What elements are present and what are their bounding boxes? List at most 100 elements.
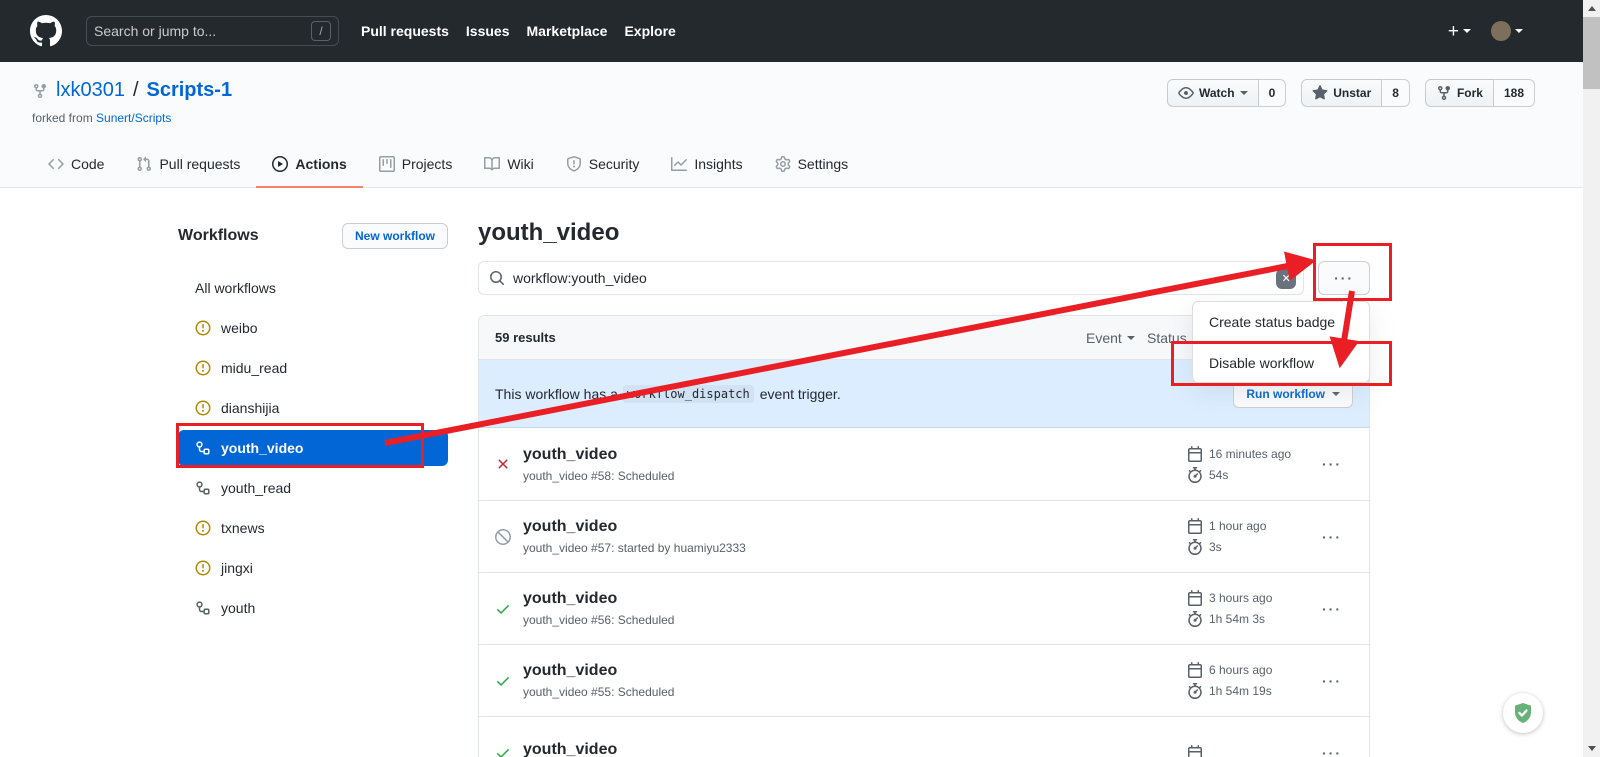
nav-pull-requests[interactable]: Pull requests xyxy=(361,23,449,39)
clear-filter-button[interactable]: ✕ xyxy=(1276,269,1296,289)
tab-actions[interactable]: Actions xyxy=(256,143,362,188)
tab-code[interactable]: Code xyxy=(32,143,120,188)
warning-icon xyxy=(195,400,211,416)
warning-icon xyxy=(195,520,211,536)
unstar-button[interactable]: Unstar 8 xyxy=(1301,79,1410,107)
nav-explore[interactable]: Explore xyxy=(624,23,675,39)
user-menu-button[interactable] xyxy=(1491,21,1523,41)
sidebar-item-weibo[interactable]: weibo xyxy=(178,308,448,348)
workflow-options-menu: Create status badge Disable workflow xyxy=(1192,301,1370,383)
sidebar-item-dianshijia[interactable]: dianshijia xyxy=(178,388,448,428)
run-duration: 1h 54m 3s xyxy=(1209,612,1265,626)
avatar xyxy=(1491,21,1511,41)
chevron-down-icon xyxy=(1463,29,1471,33)
create-new-menu-button[interactable]: + xyxy=(1448,22,1471,41)
run-title-link[interactable]: youth_video xyxy=(523,741,617,757)
global-search-box: / xyxy=(86,16,339,46)
scrollbar-thumb[interactable] xyxy=(1583,17,1600,89)
repo-header: lxk0301 / Scripts-1 forked from Sunert/S… xyxy=(0,62,1583,188)
star-filled-icon xyxy=(1312,85,1328,101)
top-right-controls: + xyxy=(1448,21,1523,41)
calendar-icon xyxy=(1187,590,1203,606)
gear-icon xyxy=(775,156,791,172)
calendar-icon xyxy=(1187,745,1203,757)
stopwatch-icon xyxy=(1187,683,1203,699)
tab-settings[interactable]: Settings xyxy=(759,143,865,188)
menu-item-create-status-badge[interactable]: Create status badge xyxy=(1193,302,1369,342)
adblock-shield-badge[interactable] xyxy=(1503,693,1543,733)
search-icon xyxy=(489,270,505,286)
fork-source-link[interactable]: Sunert/Scripts xyxy=(96,111,171,125)
workflow-options-button[interactable]: ··· xyxy=(1318,261,1370,295)
scroll-down-arrow[interactable] xyxy=(1583,740,1600,757)
sidebar-item-youth-read[interactable]: youth_read xyxy=(178,468,448,508)
run-title-link[interactable]: youth_video xyxy=(523,590,674,608)
page-title: youth_video xyxy=(478,219,1370,247)
new-workflow-button[interactable]: New workflow xyxy=(342,223,448,249)
star-count[interactable]: 8 xyxy=(1382,79,1410,107)
menu-item-disable-workflow[interactable]: Disable workflow xyxy=(1193,342,1369,382)
workflow-icon xyxy=(195,600,211,616)
run-subtitle: youth_video #56: Scheduled xyxy=(523,613,674,627)
run-options-button[interactable]: ··· xyxy=(1311,529,1353,545)
run-options-button[interactable]: ··· xyxy=(1311,601,1353,617)
warning-icon xyxy=(195,320,211,336)
run-options-button[interactable]: ··· xyxy=(1311,456,1353,472)
calendar-icon xyxy=(1187,662,1203,678)
sidebar-item-youth-video[interactable]: youth_video xyxy=(178,430,448,466)
run-options-button[interactable]: ··· xyxy=(1311,745,1353,757)
graph-icon xyxy=(671,156,687,172)
page-scrollbar[interactable] xyxy=(1583,0,1600,757)
workflow-icon xyxy=(195,440,211,456)
run-subtitle: youth_video #58: Scheduled xyxy=(523,469,674,483)
tab-pull-requests[interactable]: Pull requests xyxy=(120,143,256,188)
sidebar-item-all-workflows[interactable]: All workflows xyxy=(178,268,448,308)
runs-filter-box: ✕ xyxy=(478,261,1304,295)
repo-forked-icon xyxy=(32,83,48,99)
sidebar-title: Workflows xyxy=(178,227,259,245)
tab-wiki[interactable]: Wiki xyxy=(468,143,549,188)
global-search-input[interactable] xyxy=(94,23,311,39)
fork-button[interactable]: Fork 188 xyxy=(1425,79,1535,107)
run-workflow-button[interactable]: Run workflow xyxy=(1233,380,1353,408)
run-meta: 6 hours ago 1h 54m 19s xyxy=(1187,662,1305,699)
sidebar-item-midu-read[interactable]: midu_read xyxy=(178,348,448,388)
sidebar-item-txnews[interactable]: txnews xyxy=(178,508,448,548)
watch-button[interactable]: Watch 0 xyxy=(1167,79,1286,107)
workflow-run-row: youth_video youth_video #57: started by … xyxy=(479,500,1369,572)
stopwatch-icon xyxy=(1187,539,1203,555)
event-filter-dropdown[interactable]: Event xyxy=(1086,330,1135,346)
run-meta: 1 hour ago 3s xyxy=(1187,518,1305,555)
repo-owner-link[interactable]: lxk0301 xyxy=(56,79,125,102)
run-time: 16 minutes ago xyxy=(1209,447,1291,461)
run-meta: 16 minutes ago 54s xyxy=(1187,446,1305,483)
run-meta: 3 hours ago 1h 54m 3s xyxy=(1187,590,1305,627)
github-logo-icon[interactable] xyxy=(30,14,64,48)
runs-filter-input[interactable] xyxy=(513,270,1269,286)
cancelled-icon xyxy=(495,529,511,545)
tab-insights[interactable]: Insights xyxy=(655,143,758,188)
run-time: 6 hours ago xyxy=(1209,663,1272,677)
watch-count[interactable]: 0 xyxy=(1259,79,1287,107)
tab-projects[interactable]: Projects xyxy=(363,143,469,188)
tab-security[interactable]: Security xyxy=(550,143,656,188)
run-options-button[interactable]: ··· xyxy=(1311,673,1353,689)
workflow-run-row: youth_video youth_video #58: Scheduled 1… xyxy=(479,428,1369,500)
run-meta xyxy=(1187,745,1305,757)
nav-marketplace[interactable]: Marketplace xyxy=(527,23,608,39)
eye-icon xyxy=(1178,85,1194,101)
run-time: 3 hours ago xyxy=(1209,591,1272,605)
repo-name-link[interactable]: Scripts-1 xyxy=(147,79,233,102)
nav-issues[interactable]: Issues xyxy=(466,23,510,39)
run-title-link[interactable]: youth_video xyxy=(523,662,674,680)
chevron-down-icon xyxy=(1240,91,1248,95)
run-title-link[interactable]: youth_video xyxy=(523,446,674,464)
sidebar-item-jingxi[interactable]: jingxi xyxy=(178,548,448,588)
scroll-up-arrow[interactable] xyxy=(1583,0,1600,17)
sidebar-item-youth[interactable]: youth xyxy=(178,588,448,628)
play-circle-icon xyxy=(272,156,288,172)
slash-shortcut-hint: / xyxy=(311,21,331,41)
workflow-list: All workflows weibo midu_read dianshijia… xyxy=(178,268,448,628)
run-title-link[interactable]: youth_video xyxy=(523,518,746,536)
fork-count[interactable]: 188 xyxy=(1494,79,1535,107)
